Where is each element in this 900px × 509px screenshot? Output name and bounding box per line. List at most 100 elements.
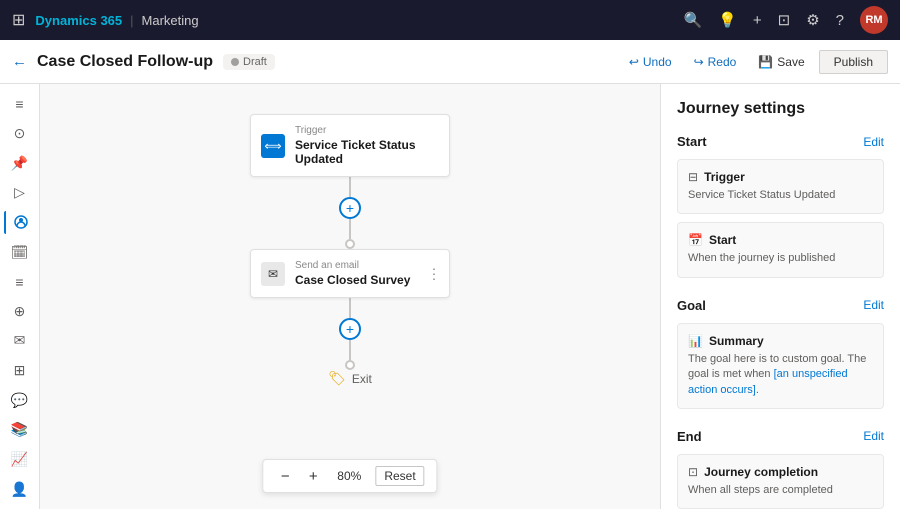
left-sidebar: ≡ ⊙ 📌 ▷ 🗓 ≡ ⊕ ✉ ⊞ 💬 📚 📈 👤	[0, 84, 40, 509]
goal-section-title: Goal	[677, 298, 706, 313]
zoom-reset-button[interactable]: Reset	[375, 466, 424, 486]
end-section-header: End Edit	[677, 429, 884, 444]
completion-card-row: ⊡ Journey completion	[688, 465, 873, 479]
email-node-icon: ✉	[261, 262, 285, 286]
top-nav: ⊞ Dynamics 365 | Marketing 🔍 💡 + ⊡ ⚙ ? R…	[0, 0, 900, 40]
zoom-in-button[interactable]: +	[303, 466, 323, 486]
start-edit-button[interactable]: Edit	[863, 135, 884, 149]
main-layout: ≡ ⊙ 📌 ▷ 🗓 ≡ ⊕ ✉ ⊞ 💬 📚 📈 👤 ⟺ Trigger Serv…	[0, 84, 900, 509]
sidebar-item-chat[interactable]: 💬	[4, 388, 36, 412]
page-title: Case Closed Follow-up	[37, 53, 213, 71]
redo-icon: ↪	[694, 55, 704, 69]
save-button[interactable]: 💾 Save	[750, 51, 812, 73]
trigger-node[interactable]: ⟺ Trigger Service Ticket Status Updated	[250, 114, 450, 177]
search-icon[interactable]: 🔍	[683, 11, 702, 29]
connector-circle-2	[345, 360, 355, 370]
goal-section: Goal Edit 📊 Summary The goal here is to …	[677, 298, 884, 409]
start-section: Start Edit ⊟ Trigger Service Ticket Stat…	[677, 134, 884, 278]
start-section-header: Start Edit	[677, 134, 884, 149]
sidebar-item-segments[interactable]: 🗓	[4, 240, 36, 264]
summary-card: 📊 Summary The goal here is to custom goa…	[677, 323, 884, 409]
start-card: 📅 Start When the journey is published	[677, 222, 884, 277]
undo-button[interactable]: ↩ Undo	[621, 51, 680, 73]
publish-button[interactable]: Publish	[819, 50, 888, 74]
exit-node: 🏷 Exit	[328, 370, 372, 387]
trigger-card-text: Service Ticket Status Updated	[688, 188, 873, 203]
trigger-card-row: ⊟ Trigger	[688, 170, 873, 184]
panel-title: Journey settings	[677, 100, 884, 118]
trigger-card-icon: ⊟	[688, 170, 698, 184]
sidebar-item-recent[interactable]: ⊙	[4, 122, 36, 146]
connector-line-4	[349, 340, 351, 360]
end-section-title: End	[677, 429, 702, 444]
email-node[interactable]: ✉ Send an email Case Closed Survey ⋮	[250, 249, 450, 298]
trigger-card-label: Trigger	[704, 170, 745, 184]
filter-icon[interactable]: ⊡	[778, 11, 791, 29]
sidebar-item-library[interactable]: 📚	[4, 418, 36, 442]
trigger-node-title: Service Ticket Status Updated	[295, 138, 435, 166]
email-node-header: Send an email	[295, 260, 435, 271]
brand-name: Dynamics 365	[35, 13, 122, 28]
zoom-controls: − + 80% Reset	[262, 459, 437, 493]
sidebar-item-play[interactable]: ▷	[4, 181, 36, 205]
start-section-title: Start	[677, 134, 707, 149]
summary-card-text: The goal here is to custom goal. The goa…	[688, 352, 873, 398]
connector-2: +	[339, 298, 361, 370]
completion-card-icon: ⊡	[688, 465, 698, 479]
sidebar-item-menu[interactable]: ≡	[4, 92, 36, 116]
avatar[interactable]: RM	[860, 6, 888, 34]
nav-icons: 🔍 💡 + ⊡ ⚙ ? RM	[683, 6, 888, 34]
canvas: ⟺ Trigger Service Ticket Status Updated …	[40, 84, 660, 509]
goal-edit-button[interactable]: Edit	[863, 298, 884, 312]
start-card-text: When the journey is published	[688, 251, 873, 266]
add-step-button-1[interactable]: +	[339, 197, 361, 219]
trigger-node-icon: ⟺	[261, 134, 285, 158]
canvas-content: ⟺ Trigger Service Ticket Status Updated …	[40, 84, 660, 387]
add-step-button-2[interactable]: +	[339, 318, 361, 340]
redo-button[interactable]: ↪ Redo	[686, 51, 745, 73]
sidebar-item-email[interactable]: ✉	[4, 329, 36, 353]
brand: Dynamics 365 | Marketing	[35, 13, 198, 28]
sidebar-item-people[interactable]: 👤	[4, 477, 36, 501]
draft-dot	[231, 58, 239, 66]
sidebar-item-reports[interactable]: 📈	[4, 448, 36, 472]
connector-line-1	[349, 177, 351, 197]
draft-badge: Draft	[223, 54, 275, 70]
start-card-row: 📅 Start	[688, 233, 873, 247]
email-node-more-button[interactable]: ⋮	[427, 265, 441, 282]
email-node-title: Case Closed Survey	[295, 273, 435, 287]
start-card-icon: 📅	[688, 233, 703, 247]
completion-card-text: When all steps are completed	[688, 483, 873, 498]
sidebar-item-list[interactable]: ≡	[4, 270, 36, 294]
settings-icon[interactable]: ⚙	[806, 11, 819, 29]
summary-card-icon: 📊	[688, 334, 703, 348]
sidebar-item-forms[interactable]: ⊞	[4, 359, 36, 383]
trigger-card: ⊟ Trigger Service Ticket Status Updated	[677, 159, 884, 214]
right-panel: Journey settings Start Edit ⊟ Trigger Se…	[660, 84, 900, 509]
app-grid-icon[interactable]: ⊞	[12, 10, 25, 30]
exit-icon: 🏷	[328, 370, 346, 387]
zoom-out-button[interactable]: −	[275, 466, 295, 486]
help-icon[interactable]: ?	[836, 12, 844, 29]
goal-section-header: Goal Edit	[677, 298, 884, 313]
start-card-label: Start	[709, 233, 736, 247]
add-icon[interactable]: +	[753, 12, 762, 29]
sidebar-item-contacts[interactable]	[4, 211, 36, 235]
summary-card-label: Summary	[709, 334, 764, 348]
goal-link[interactable]: [an unspecified action occurs]	[688, 368, 848, 395]
toolbar: ↩ Undo ↪ Redo 💾 Save Publish	[621, 50, 888, 74]
connector-line-3	[349, 298, 351, 318]
back-button[interactable]: ←	[12, 53, 27, 70]
connector-circle-1	[345, 239, 355, 249]
brand-separator: |	[130, 13, 133, 28]
summary-card-row: 📊 Summary	[688, 334, 873, 348]
sidebar-item-pinned[interactable]: 📌	[4, 151, 36, 175]
lightbulb-icon[interactable]: 💡	[718, 11, 737, 29]
sidebar-item-analytics[interactable]: ⊕	[4, 299, 36, 323]
exit-label: Exit	[352, 372, 372, 386]
completion-card-label: Journey completion	[704, 465, 818, 479]
brand-module: Marketing	[142, 13, 199, 28]
completion-card: ⊡ Journey completion When all steps are …	[677, 454, 884, 509]
undo-icon: ↩	[629, 55, 639, 69]
end-edit-button[interactable]: Edit	[863, 429, 884, 443]
